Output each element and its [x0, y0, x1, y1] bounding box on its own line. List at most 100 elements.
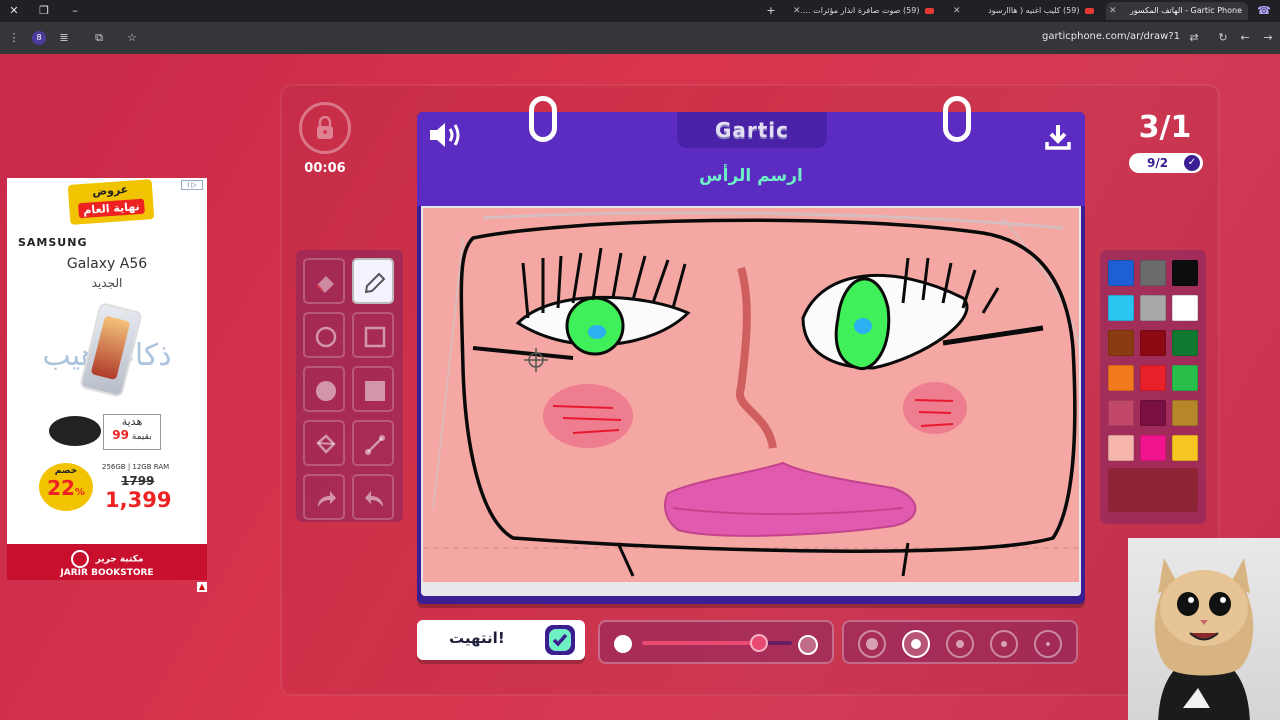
- brush-size-4[interactable]: [902, 630, 930, 658]
- url-field[interactable]: garticphone.com/ar/draw?1: [1042, 31, 1180, 42]
- redo-button[interactable]: [352, 474, 394, 520]
- drawing-prompt: ارسم الرأس: [699, 166, 803, 186]
- site-settings-icon[interactable]: ⇄: [1186, 30, 1202, 46]
- color-swatch[interactable]: [1140, 400, 1166, 426]
- drawing-notepad: Gartic ارسم الرأس: [417, 96, 1085, 604]
- advertisement[interactable]: i ▷ عروض نهاية العام SAMSUNG Galaxy A56 …: [7, 178, 207, 580]
- current-color: [1108, 468, 1198, 512]
- tab-close-icon[interactable]: ✕: [953, 2, 961, 20]
- drawing-canvas[interactable]: [421, 206, 1081, 590]
- tab-close-icon[interactable]: ✕: [793, 2, 801, 20]
- redo-icon: [365, 491, 383, 507]
- line-tool[interactable]: [352, 420, 394, 466]
- ad-gift: هدية بقيمة 99: [103, 414, 161, 450]
- menu-dots-icon[interactable]: ⋮: [6, 30, 22, 46]
- color-swatch[interactable]: [1108, 330, 1134, 356]
- fill-bucket-tool[interactable]: [303, 420, 345, 466]
- back-icon[interactable]: ←: [1237, 30, 1253, 46]
- color-swatch[interactable]: [1108, 435, 1134, 461]
- ad-choices-icon[interactable]: ▲: [197, 582, 207, 592]
- min-opacity-icon: [614, 635, 632, 653]
- ad-store-footer: مكتبة جرير JARIR BOOKSTORE: [7, 544, 207, 580]
- circle-outline-icon: [315, 326, 337, 348]
- download-icon: [1045, 125, 1071, 150]
- reload-icon[interactable]: ↻: [1215, 30, 1231, 46]
- square-filled-icon: [365, 381, 385, 401]
- ad-old-price: 1799: [121, 474, 155, 488]
- rectangle-filled-tool[interactable]: [352, 366, 394, 412]
- done-button[interactable]: انتهيت!: [417, 620, 585, 660]
- browser-tab-bar: ✕ ❐ – + ✕ (59) صوت صافرة انذار مؤثرات ..…: [0, 0, 1280, 22]
- download-button[interactable]: [1043, 122, 1073, 152]
- color-swatch[interactable]: [1140, 295, 1166, 321]
- new-tab-icon[interactable]: +: [763, 3, 779, 19]
- tab-gartic-phone[interactable]: ✕ Gartic Phone - الهاتف المكسور: [1106, 2, 1248, 20]
- webcam-overlay: [1128, 538, 1280, 720]
- gartic-favicon-icon: ☎: [1257, 4, 1271, 17]
- drawing-art: [423, 211, 1080, 577]
- brush-size-box: [842, 620, 1078, 664]
- line-icon: [365, 435, 385, 455]
- brush-size-5[interactable]: [858, 630, 886, 658]
- extension-icon[interactable]: 8: [32, 31, 46, 45]
- brush-size-1[interactable]: [1034, 630, 1062, 658]
- color-swatch[interactable]: [1140, 260, 1166, 286]
- ad-model: Galaxy A56: [66, 256, 148, 272]
- binder-ring-right: [943, 96, 971, 142]
- color-swatch[interactable]: [1172, 400, 1198, 426]
- pencil-tool[interactable]: [352, 258, 394, 304]
- color-swatch[interactable]: [1108, 260, 1134, 286]
- check-badge-icon: [545, 625, 575, 655]
- color-swatch[interactable]: [1172, 330, 1198, 356]
- color-swatch[interactable]: [1172, 260, 1198, 286]
- color-swatch[interactable]: [1108, 365, 1134, 391]
- tracker-tag-image: [49, 416, 101, 446]
- undo-icon: [318, 491, 336, 507]
- color-swatch[interactable]: [1140, 365, 1166, 391]
- notepad-header: Gartic ارسم الرأس: [417, 112, 1085, 206]
- extensions-icon[interactable]: ⧉: [91, 30, 107, 46]
- opacity-slider-handle[interactable]: [750, 634, 768, 652]
- gartic-logo: Gartic: [714, 118, 790, 142]
- forward-icon[interactable]: →: [1260, 30, 1276, 46]
- square-outline-icon: [364, 326, 386, 348]
- speaker-icon: [430, 123, 460, 147]
- tab-close-icon[interactable]: ✕: [1109, 2, 1117, 20]
- ellipse-outline-tool[interactable]: [303, 312, 345, 358]
- tab-song-video[interactable]: ✕ (59) كليب اغنيه ( هااارسود: [950, 2, 1100, 20]
- color-swatch[interactable]: [1140, 330, 1166, 356]
- opacity-slider[interactable]: [642, 634, 792, 652]
- brush-size-2[interactable]: [990, 630, 1018, 658]
- browser-address-bar: ⋮ 8 ≣ ⧉ ☆ garticphone.com/ar/draw?1 ⇄ ↻ …: [0, 22, 1280, 54]
- eraser-tool[interactable]: [303, 258, 345, 304]
- brush-size-3[interactable]: [946, 630, 974, 658]
- color-swatch[interactable]: [1172, 435, 1198, 461]
- round-counter: 3/1: [1138, 110, 1192, 145]
- bookmark-star-icon[interactable]: ☆: [124, 30, 140, 46]
- logo-holder: Gartic: [677, 112, 827, 148]
- ellipse-filled-tool[interactable]: [303, 366, 345, 412]
- bucket-icon: [316, 434, 336, 454]
- notepad-pages: [421, 582, 1081, 596]
- binder-ring-left: [529, 96, 557, 142]
- color-swatch[interactable]: [1108, 400, 1134, 426]
- opacity-slider-fill: [642, 641, 759, 645]
- color-swatch[interactable]: [1172, 365, 1198, 391]
- cast-icon[interactable]: ≣: [56, 30, 72, 46]
- minimize-window-icon[interactable]: –: [67, 3, 83, 19]
- color-swatch[interactable]: [1108, 295, 1134, 321]
- tab-siren-video[interactable]: ✕ (59) صوت صافرة انذار مؤثرات ....: [790, 2, 940, 20]
- close-window-icon[interactable]: ✕: [6, 3, 22, 19]
- eraser-icon: [316, 276, 334, 293]
- undo-button[interactable]: [303, 474, 345, 520]
- rectangle-outline-tool[interactable]: [352, 312, 394, 358]
- ad-info-icon[interactable]: i ▷: [181, 180, 203, 190]
- ad-promo-badge: عروض نهاية العام: [67, 179, 155, 225]
- circle-filled-icon: [316, 381, 336, 401]
- restore-window-icon[interactable]: ❐: [36, 3, 52, 19]
- sound-button[interactable]: [427, 120, 463, 152]
- color-swatch[interactable]: [1140, 435, 1166, 461]
- players-done-pill: 9/2 ✓: [1129, 153, 1203, 173]
- color-swatch[interactable]: [1172, 295, 1198, 321]
- youtube-icon: [1085, 7, 1094, 14]
